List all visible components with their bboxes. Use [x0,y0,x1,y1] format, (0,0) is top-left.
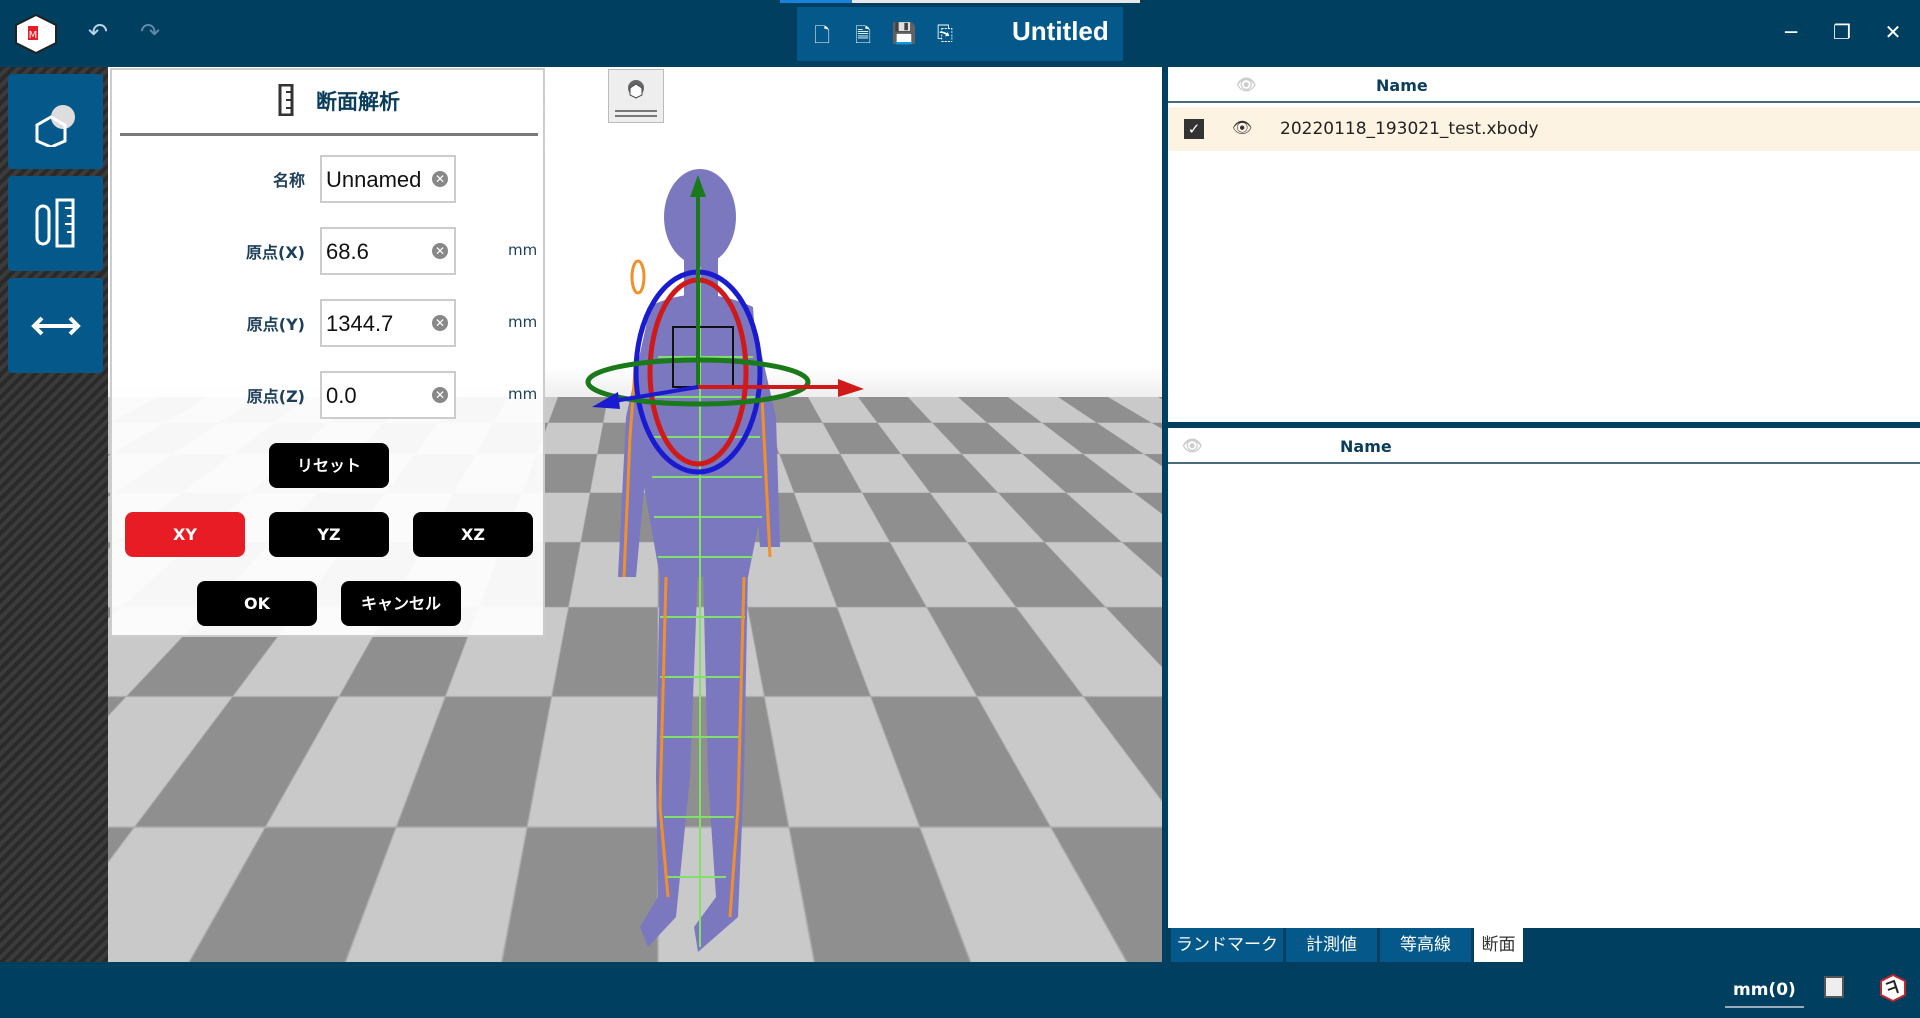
open-file-icon[interactable]: 🗎 [850,21,876,47]
origin-x-value: 68.6 [326,239,369,264]
plane-xz-button[interactable]: XZ [413,512,533,557]
origin-z-value: 0.0 [326,383,357,408]
clear-icon[interactable]: ✕ [432,171,448,187]
name-column-header[interactable]: Name [1376,76,1428,95]
new-file-icon[interactable]: 🗋 [809,21,835,47]
svg-text:M: M [29,30,38,41]
reset-button[interactable]: リセット [269,443,389,488]
view-mode-button[interactable] [608,69,664,123]
origin-y-row: 原点(Y) 1344.7 ✕ mm [112,299,547,347]
panel-header: 断面解析 [120,70,538,136]
measure-icon [35,198,74,248]
ok-button[interactable]: OK [197,581,317,626]
name-column-header[interactable]: Name [1340,437,1392,456]
visibility-header-icon: 👁 [1236,75,1257,94]
clear-icon[interactable]: ✕ [432,243,448,259]
undo-icon[interactable]: ↶ [83,18,113,48]
name-value: Unnamed [326,167,422,192]
origin-x-row: 原点(X) 68.6 ✕ mm [112,227,547,275]
document-title: Untitled [1012,16,1109,46]
measure-button[interactable] [8,176,103,271]
svg-text:R: R [1062,876,1079,901]
unit-label: mm [508,241,538,259]
svg-text:F: F [1034,880,1049,905]
body-model-icon [35,104,75,147]
app-logo-icon: M [15,14,57,54]
unit-label: mm [508,313,538,331]
plane-yz-button[interactable]: YZ [269,512,389,557]
unit-label: mm [508,385,538,403]
save-icon[interactable]: 💾 [891,21,917,47]
top-accent [780,0,1140,3]
clear-icon[interactable]: ✕ [432,387,448,403]
origin-z-row: 原点(Z) 0.0 ✕ mm [112,371,547,419]
visibility-eye-icon[interactable]: 👁 [1232,118,1252,137]
tab-measurements[interactable]: 計測値 [1286,928,1377,962]
origin-y-value: 1344.7 [326,311,394,336]
right-panel: 👁 Name ✓ 👁 20220118_193021_test.xbody 👁 Na… [1168,67,1920,928]
row-checkbox[interactable]: ✓ [1184,119,1204,139]
close-button[interactable]: ✕ [1878,20,1908,44]
origin-z-label: 原点(Z) [246,387,305,406]
unit-indicator[interactable]: mm(0) [1725,980,1804,1008]
visibility-header-icon: 👁 [1182,436,1203,455]
origin-y-label: 原点(Y) [246,315,305,334]
table-row[interactable]: ✓ 👁 20220118_193021_test.xbody [1168,107,1920,151]
save-as-icon[interactable]: ⎘ [932,21,958,47]
name-label: 名称 [272,171,305,190]
tab-landmark[interactable]: ランドマーク [1171,928,1283,962]
name-input[interactable]: Unnamed ✕ [320,155,456,203]
frame-icon[interactable] [1824,976,1844,998]
left-toolbar [0,67,108,962]
section-table: 👁 Name [1168,428,1920,928]
orientation-cube-icon[interactable]: FR [1002,839,1122,949]
file-table-header: 👁 Name [1168,67,1920,103]
title-bar: M ↶ ↷ 🗋 🗎 💾 ⎘ Untitled ─ ❐ ✕ [0,0,1920,67]
view-cube-icon [615,80,657,117]
app-status-icon[interactable] [1880,974,1906,1002]
origin-y-input[interactable]: 1344.7 ✕ [320,299,456,347]
status-bar: mm(0) [0,962,1920,1018]
section-analysis-panel: 断面解析 名称 Unnamed ✕ 原点(X) 68.6 ✕ mm 原点(Y) 1344.7… [110,68,545,637]
ruler-icon [278,84,294,116]
redo-icon[interactable]: ↷ [135,18,165,48]
origin-x-label: 原点(X) [246,243,305,262]
panel-title: 断面解析 [316,90,400,114]
tab-contour[interactable]: 等高線 [1380,928,1471,962]
human-body-model [585,169,864,952]
name-field-row: 名称 Unnamed ✕ [112,155,547,203]
file-toolbar: 🗋 🗎 💾 ⎘ Untitled [797,7,1123,61]
tab-section[interactable]: 断面 [1474,928,1523,962]
dimension-button[interactable] [8,278,103,373]
dimension-arrow-icon [30,316,81,335]
section-table-header: 👁 Name [1168,428,1920,464]
body-model-button[interactable] [8,74,103,169]
restore-button[interactable]: ❐ [1827,20,1857,44]
minimize-button[interactable]: ─ [1776,20,1806,44]
plane-xy-button[interactable]: XY [125,512,245,557]
origin-x-input[interactable]: 68.6 ✕ [320,227,456,275]
cancel-button[interactable]: キャンセル [341,581,461,626]
file-table: 👁 Name ✓ 👁 20220118_193021_test.xbody [1168,67,1920,422]
clear-icon[interactable]: ✕ [432,315,448,331]
origin-z-input[interactable]: 0.0 ✕ [320,371,456,419]
file-name: 20220118_193021_test.xbody [1280,119,1539,139]
